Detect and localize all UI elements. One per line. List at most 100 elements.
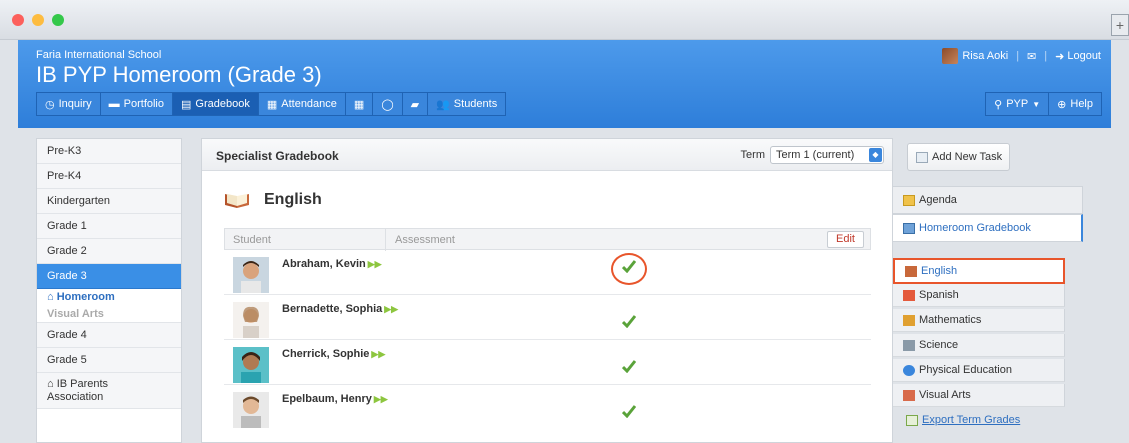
palette-icon bbox=[903, 389, 915, 401]
fast-forward-icon[interactable]: ▶▶ bbox=[368, 259, 382, 269]
mail-icon[interactable]: ✉ bbox=[1027, 50, 1036, 63]
nav-inquiry[interactable]: ◷ Inquiry bbox=[36, 92, 101, 116]
student-photo bbox=[233, 392, 269, 428]
subject-item-physical-education[interactable]: Physical Education bbox=[893, 359, 1065, 382]
nav-gradebook[interactable]: ▤ Gradebook bbox=[172, 92, 259, 116]
table-row: Abraham, Kevin ▶▶ bbox=[224, 250, 871, 295]
math-icon bbox=[903, 314, 915, 326]
book-icon bbox=[905, 265, 917, 277]
chat-icon: ◯ bbox=[381, 98, 394, 111]
separator: | bbox=[1044, 50, 1048, 62]
users-icon: 👥 bbox=[436, 98, 450, 111]
column-assessment: Assessment bbox=[395, 234, 455, 246]
fast-forward-icon[interactable]: ▶▶ bbox=[384, 304, 398, 314]
sidebar-item-grade-5[interactable]: Grade 5 bbox=[37, 348, 181, 373]
sidebar-sub-homeroom[interactable]: ⌂ Homeroom bbox=[37, 289, 181, 306]
separator: | bbox=[1016, 50, 1020, 62]
briefcase-icon: ▬ bbox=[108, 98, 120, 110]
user-name[interactable]: Risa Aoki bbox=[962, 50, 1008, 62]
sidebar-item-grade-4[interactable]: Grade 4 bbox=[37, 323, 181, 348]
avatar bbox=[942, 48, 959, 64]
export-term-grades-link[interactable]: Export Term Grades bbox=[906, 414, 1020, 426]
student-name[interactable]: Epelbaum, Henry ▶▶ bbox=[282, 393, 388, 405]
gradebook-header: Specialist Gradebook Term Term 1 (curren… bbox=[202, 139, 892, 171]
minimize-window-button[interactable] bbox=[32, 14, 44, 26]
check-icon[interactable] bbox=[622, 404, 636, 418]
nav-chat[interactable]: ◯ bbox=[372, 92, 403, 116]
column-student: Student bbox=[233, 234, 271, 246]
new-tab-button[interactable]: + bbox=[1111, 14, 1129, 36]
help-button[interactable]: ⊕ Help bbox=[1048, 92, 1102, 116]
tab-agenda[interactable]: Agenda bbox=[893, 186, 1083, 214]
main-nav: ◷ Inquiry ▬ Portfolio ▤ Gradebook ▦ Attendan… bbox=[36, 92, 507, 116]
term-select[interactable]: Term 1 (current) ◆ bbox=[770, 146, 884, 164]
folder-icon: ▰ bbox=[410, 98, 420, 111]
zoom-window-button[interactable] bbox=[52, 14, 64, 26]
table-row: Epelbaum, Henry ▶▶ bbox=[224, 385, 871, 430]
edit-button[interactable]: Edit bbox=[827, 231, 864, 248]
subject-item-science[interactable]: Science bbox=[893, 334, 1065, 357]
nav-folder[interactable]: ▰ bbox=[401, 92, 429, 116]
chevron-down-icon: ▼ bbox=[1032, 99, 1041, 109]
chevron-updown-icon: ◆ bbox=[869, 148, 882, 162]
assessment-table: Student Assessment Edit Abraham, Kevin ▶▶… bbox=[224, 228, 871, 430]
app-header: Faria International School IB PYP Homero… bbox=[18, 40, 1111, 128]
home-icon: ⌂ bbox=[47, 378, 57, 390]
search-icon: ⚲ bbox=[994, 98, 1003, 111]
subject-item-visual-arts[interactable]: Visual Arts bbox=[893, 384, 1065, 407]
divider bbox=[385, 229, 386, 251]
page-title: IB PYP Homeroom (Grade 3) bbox=[36, 62, 322, 87]
nav-students[interactable]: 👥 Students bbox=[427, 92, 507, 116]
export-icon bbox=[906, 414, 918, 426]
fast-forward-icon[interactable]: ▶▶ bbox=[374, 394, 388, 404]
table-row: Cherrick, Sophie ▶▶ bbox=[224, 340, 871, 385]
student-name[interactable]: Cherrick, Sophie ▶▶ bbox=[282, 348, 385, 360]
sidebar-item-kindergarten[interactable]: Kindergarten bbox=[37, 189, 181, 214]
gradebook-icon: ▤ bbox=[181, 98, 192, 111]
subject-item-english[interactable]: English bbox=[893, 258, 1065, 284]
subject-item-spanish[interactable]: Spanish bbox=[893, 284, 1065, 307]
grid-icon: ▦ bbox=[353, 98, 365, 111]
fast-forward-icon[interactable]: ▶▶ bbox=[371, 349, 385, 359]
sidebar-item-grade-2[interactable]: Grade 2 bbox=[37, 239, 181, 264]
sidebar-item-pre-k3[interactable]: Pre-K3 bbox=[37, 139, 181, 164]
sidebar-item-grade-1[interactable]: Grade 1 bbox=[37, 214, 181, 239]
home-icon: ⌂ bbox=[47, 291, 57, 303]
sidebar-sub-visual-arts[interactable]: Visual Arts bbox=[37, 306, 181, 323]
grade-sidebar: Pre-K3 Pre-K4 Kindergarten Grade 1 Grade… bbox=[36, 138, 182, 443]
subject-title: English bbox=[264, 191, 322, 208]
sidebar-item-grade-3[interactable]: Grade 3 bbox=[37, 264, 181, 289]
sidebar-item-pre-k4[interactable]: Pre-K4 bbox=[37, 164, 181, 189]
student-photo bbox=[233, 347, 269, 383]
student-photo bbox=[233, 302, 269, 338]
gradebook-panel: Specialist Gradebook Term Term 1 (curren… bbox=[201, 138, 893, 443]
subject-item-mathematics[interactable]: Mathematics bbox=[893, 309, 1065, 332]
logout-link[interactable]: Logout bbox=[1067, 50, 1101, 62]
window-titlebar: + bbox=[0, 0, 1129, 40]
gradebook-title: Specialist Gradebook bbox=[216, 149, 339, 163]
nav-portfolio[interactable]: ▬ Portfolio bbox=[99, 92, 173, 116]
add-new-task-button[interactable]: Add New Task bbox=[907, 143, 1010, 171]
student-name[interactable]: Abraham, Kevin ▶▶ bbox=[282, 258, 382, 270]
nav-grid[interactable]: ▦ bbox=[344, 92, 374, 116]
check-icon[interactable] bbox=[622, 314, 636, 328]
nav-attendance[interactable]: ▦ Attendance bbox=[257, 92, 346, 116]
student-name[interactable]: Bernadette, Sophia ▶▶ bbox=[282, 303, 398, 315]
agenda-icon bbox=[903, 194, 915, 206]
task-icon bbox=[916, 151, 928, 163]
spanish-icon bbox=[903, 289, 915, 301]
user-menu: Risa Aoki | ✉ | ➜ Logout bbox=[942, 48, 1101, 64]
student-photo bbox=[233, 257, 269, 293]
close-window-button[interactable] bbox=[12, 14, 24, 26]
gradebook-icon bbox=[903, 222, 915, 234]
header-right-nav: ⚲ PYP ▼ ⊕ Help bbox=[985, 92, 1102, 116]
compass-icon: ◷ bbox=[45, 98, 55, 111]
sidebar-item-ib-parents[interactable]: ⌂ IB Parents Association bbox=[37, 373, 181, 409]
logout-icon: ➜ bbox=[1055, 50, 1065, 63]
check-icon[interactable] bbox=[622, 359, 636, 373]
tab-homeroom-gradebook[interactable]: Homeroom Gradebook bbox=[893, 214, 1083, 242]
ball-icon bbox=[903, 364, 915, 376]
highlight-circle bbox=[611, 253, 647, 285]
pyp-search-dropdown[interactable]: ⚲ PYP ▼ bbox=[985, 92, 1050, 116]
lifebuoy-icon: ⊕ bbox=[1057, 98, 1067, 111]
